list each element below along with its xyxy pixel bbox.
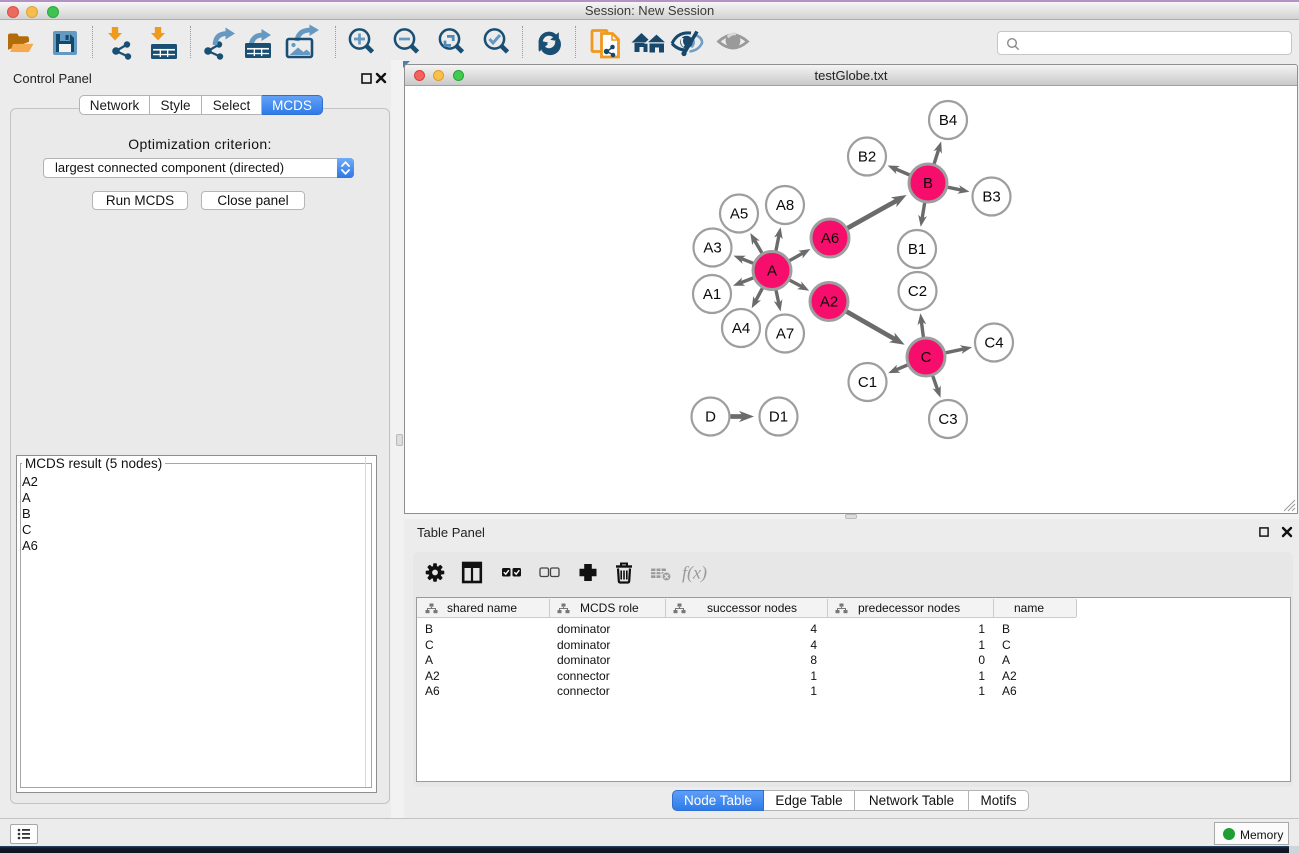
svg-text:A1: A1 <box>703 286 721 303</box>
svg-text:C4: C4 <box>984 335 1003 352</box>
svg-text:A5: A5 <box>730 206 748 223</box>
svg-text:C: C <box>921 349 932 366</box>
svg-text:B3: B3 <box>982 189 1000 206</box>
svg-text:A6: A6 <box>821 230 839 247</box>
svg-text:A3: A3 <box>703 240 721 257</box>
svg-text:A8: A8 <box>776 197 794 214</box>
svg-text:A4: A4 <box>732 320 750 337</box>
svg-text:B2: B2 <box>858 149 876 166</box>
svg-text:B4: B4 <box>939 112 957 129</box>
svg-text:D: D <box>705 409 716 426</box>
svg-text:B: B <box>923 175 933 192</box>
svg-text:C1: C1 <box>858 374 877 391</box>
svg-text:C3: C3 <box>938 411 957 428</box>
svg-text:C2: C2 <box>908 283 927 300</box>
svg-text:D1: D1 <box>769 409 788 426</box>
svg-text:A7: A7 <box>776 326 794 343</box>
svg-text:f(x): f(x) <box>682 563 707 584</box>
svg-text:A: A <box>767 263 777 280</box>
svg-text:B1: B1 <box>908 241 926 258</box>
svg-text:A2: A2 <box>820 294 838 311</box>
